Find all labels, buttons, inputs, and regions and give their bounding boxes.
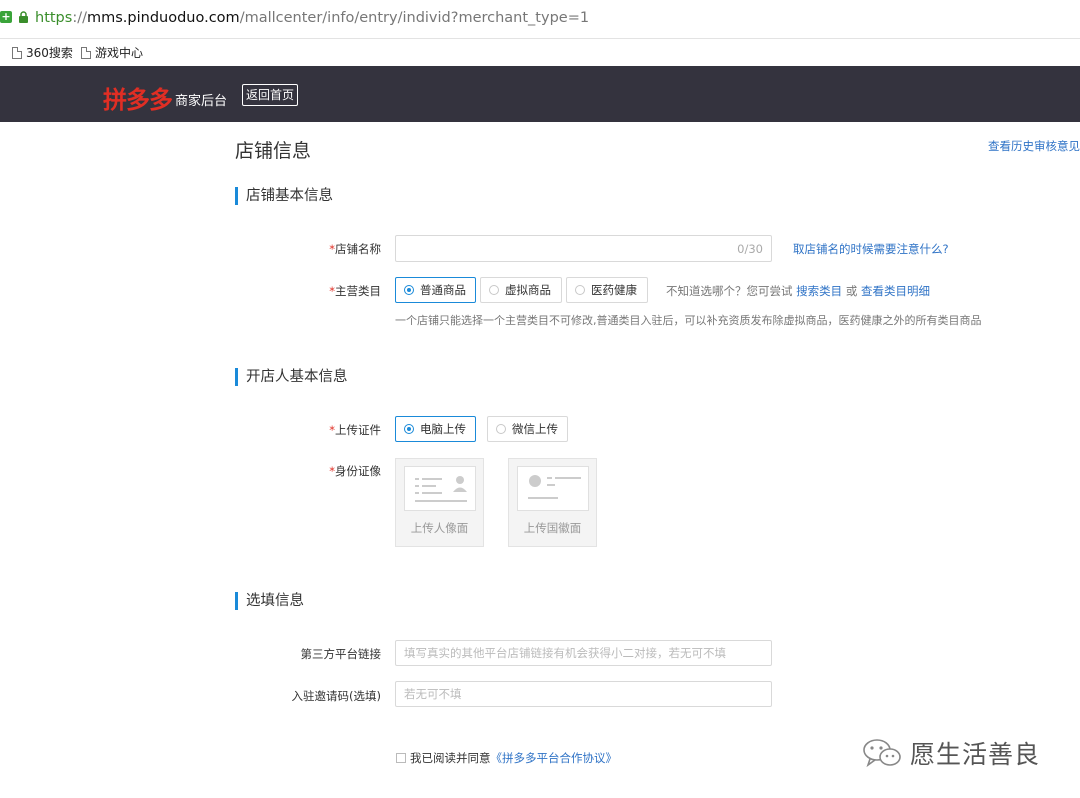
url-text[interactable]: https://mms.pinduoduo.com/mallcenter/inf… <box>35 10 589 26</box>
url-path: /mallcenter/info/entry/individ?merchant_… <box>239 10 590 26</box>
shop-name-tip-link[interactable]: 取店铺名的时候需要注意什么? <box>793 241 949 257</box>
pinduoduo-logo[interactable]: 拼多多 <box>103 80 173 115</box>
upload-method-label-text: 上传证件 <box>335 423 381 437</box>
shop-name-label: *店铺名称 <box>231 241 381 257</box>
radio-dot <box>404 285 414 295</box>
section-optional: 选填信息 <box>235 592 304 610</box>
review-history-link[interactable]: 查看历史审核意见 <box>988 138 1080 154</box>
category-hint-prefix: 不知道选哪个？您可尝试 <box>666 284 793 298</box>
upload-method-label: *上传证件 <box>231 422 381 438</box>
upload-option-computer[interactable]: 电脑上传 <box>395 416 476 442</box>
watermark-text: 愿生活善良 <box>910 740 1041 769</box>
bookmark-label: 360搜索 <box>26 46 73 60</box>
upload-back-caption: 上传国徽面 <box>523 521 582 535</box>
third-party-placeholder: 填写真实的其他平台店铺链接有机会获得小二对接，若无可不填 <box>404 646 726 660</box>
id-card-label: *身份证像 <box>231 463 381 479</box>
shop-name-input[interactable]: 0/30 <box>395 235 772 262</box>
url-separator: :// <box>72 10 87 26</box>
section-owner-basic: 开店人基本信息 <box>235 368 348 386</box>
category-label-text: 主营类目 <box>335 284 381 298</box>
back-home-button[interactable]: 返回首页 <box>242 84 299 106</box>
shop-name-label-text: 店铺名称 <box>335 242 381 256</box>
radio-dot <box>575 285 585 295</box>
category-option-virtual-label: 虚拟商品 <box>505 283 551 297</box>
upload-id-back[interactable]: 上传国徽面 <box>508 458 597 547</box>
category-label: *主营类目 <box>231 283 381 299</box>
agreement-checkbox[interactable] <box>396 753 406 763</box>
radio-dot <box>404 424 414 434</box>
invite-code-input[interactable]: 若无可不填 <box>395 681 772 707</box>
bookmark-game-center[interactable]: 游戏中心 <box>81 44 143 61</box>
view-category-details-link[interactable]: 查看类目明细 <box>861 284 930 298</box>
wechat-icon <box>863 739 901 768</box>
upload-front-caption: 上传人像面 <box>410 521 469 535</box>
add-tab-icon[interactable]: + <box>0 11 12 23</box>
radio-dot <box>489 285 499 295</box>
category-option-general-label: 普通商品 <box>420 283 466 297</box>
category-option-medical-label: 医药健康 <box>591 283 637 297</box>
browser-address-bar[interactable]: + https://mms.pinduoduo.com/mallcenter/i… <box>0 0 1080 39</box>
category-option-general[interactable]: 普通商品 <box>395 277 476 303</box>
agreement-link[interactable]: 《拼多多平台合作协议》 <box>491 751 618 765</box>
category-option-virtual[interactable]: 虚拟商品 <box>480 277 562 303</box>
bookmarks-bar: 360搜索 游戏中心 <box>0 39 1080 65</box>
upload-option-wechat[interactable]: 微信上传 <box>487 416 568 442</box>
section-shop-basic: 店铺基本信息 <box>235 187 333 205</box>
invite-code-label: 入驻邀请码(选填) <box>291 689 381 703</box>
id-front-card <box>404 466 476 511</box>
bookmark-360-search[interactable]: 360搜索 <box>12 44 73 61</box>
third-party-link-input[interactable]: 填写真实的其他平台店铺链接有机会获得小二对接，若无可不填 <box>395 640 772 666</box>
page-icon <box>12 46 22 59</box>
agreement-prefix: 我已阅读并同意 <box>410 751 491 765</box>
lock-icon <box>19 11 28 23</box>
upload-option-computer-label: 电脑上传 <box>420 422 466 436</box>
id-card-label-text: 身份证像 <box>335 464 381 478</box>
upload-option-wechat-label: 微信上传 <box>512 422 558 436</box>
url-host: mms.pinduoduo.com <box>86 10 240 26</box>
search-category-link[interactable]: 搜索类目 <box>796 284 842 298</box>
upload-id-front[interactable]: 上传人像面 <box>395 458 484 547</box>
agreement-text: 我已阅读并同意《拼多多平台合作协议》 <box>410 750 617 766</box>
merchant-backend-label: 商家后台 <box>175 94 228 109</box>
char-counter: 0/30 <box>737 241 763 256</box>
national-emblem-icon <box>528 475 581 499</box>
category-note: 一个店铺只能选择一个主营类目不可修改,普通类目入驻后，可以补充资质发布除虚拟商品… <box>395 314 982 327</box>
category-hint-or: 或 <box>845 284 858 298</box>
page-title: 店铺信息 <box>235 140 312 162</box>
radio-dot <box>496 424 506 434</box>
page-icon <box>81 46 91 59</box>
wechat-watermark: 愿生活善良 <box>862 735 1040 771</box>
invite-code-placeholder: 若无可不填 <box>404 687 462 701</box>
id-portrait-icon <box>415 476 467 502</box>
category-hint: 不知道选哪个？您可尝试 搜索类目 或 查看类目明细 <box>666 283 930 299</box>
url-scheme: https <box>35 10 73 26</box>
category-option-medical[interactable]: 医药健康 <box>566 277 648 303</box>
id-back-card <box>517 466 589 511</box>
third-party-link-label: 第三方平台链接 <box>300 647 382 661</box>
bookmark-label: 游戏中心 <box>95 46 144 60</box>
